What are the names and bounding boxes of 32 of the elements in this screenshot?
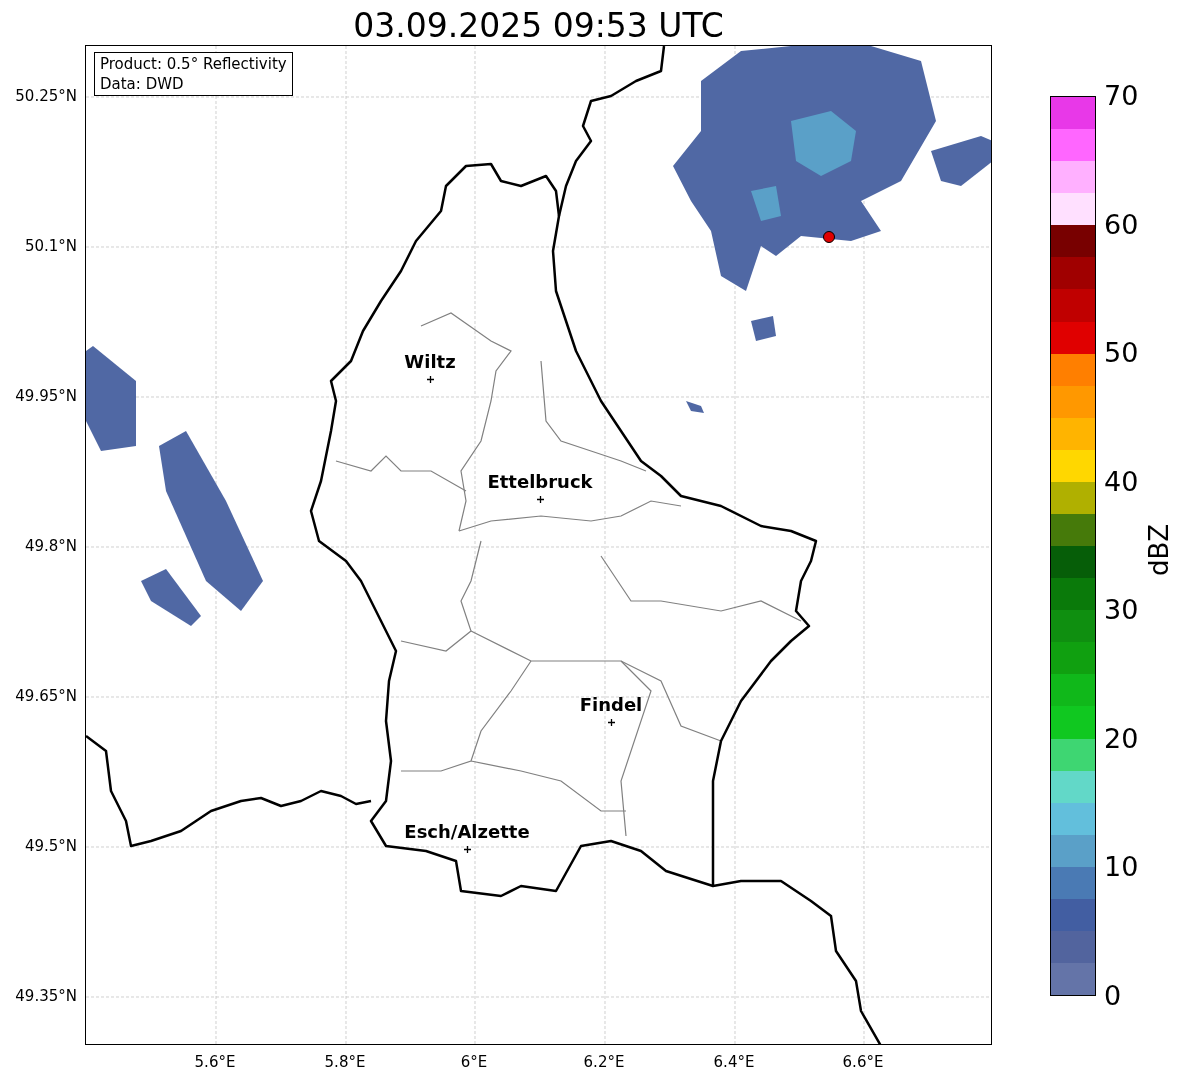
city-marker-icon xyxy=(537,496,544,503)
city-label: Ettelbruck xyxy=(487,471,593,493)
city-label: Esch/Alzette xyxy=(404,821,530,843)
axis-tick-label: 6.4°E xyxy=(713,1053,755,1071)
axis-tick-label: 49.5°N xyxy=(23,837,77,855)
city-marker-icon xyxy=(464,846,471,853)
colorbar-tick-label: 50 xyxy=(1104,338,1139,369)
axis-tick-label: 6°E xyxy=(460,1053,488,1071)
colorbar-tick-label: 70 xyxy=(1104,81,1139,111)
colorbar-label: dBZ xyxy=(1144,523,1174,576)
axis-tick-label: 49.65°N xyxy=(14,687,77,705)
colorbar-tick-label: 30 xyxy=(1104,595,1139,626)
city-marker-icon xyxy=(427,376,434,383)
colorbar-tick-label: 20 xyxy=(1104,723,1139,754)
city-label: Wiltz xyxy=(404,351,456,373)
axis-tick-label: 50.25°N xyxy=(14,87,77,105)
axis-tick-label: 50.1°N xyxy=(23,237,77,255)
axis-tick-label: 5.6°E xyxy=(194,1053,236,1071)
colorbar-tick-label: 60 xyxy=(1104,209,1139,240)
axis-tick-label: 49.35°N xyxy=(14,987,77,1005)
colorbar-tick-label: 40 xyxy=(1104,466,1139,497)
axis-tick-label: 49.8°N xyxy=(23,537,77,555)
axis-tick-label: 49.95°N xyxy=(14,387,77,405)
axis-tick-label: 6.6°E xyxy=(842,1053,884,1071)
city-marker-icon xyxy=(608,719,615,726)
axis-tick-label: 6.2°E xyxy=(583,1053,625,1071)
colorbar-tick-label: 10 xyxy=(1104,852,1139,883)
city-label: Findel xyxy=(579,694,643,716)
chart-title: 03.09.2025 09:53 UTC xyxy=(352,5,725,47)
info-box: Product: 0.5° Reflectivity Data: DWD xyxy=(94,52,293,96)
colorbar-tick-label: 0 xyxy=(1104,981,1122,1011)
axis-tick-label: 5.8°E xyxy=(324,1053,366,1071)
